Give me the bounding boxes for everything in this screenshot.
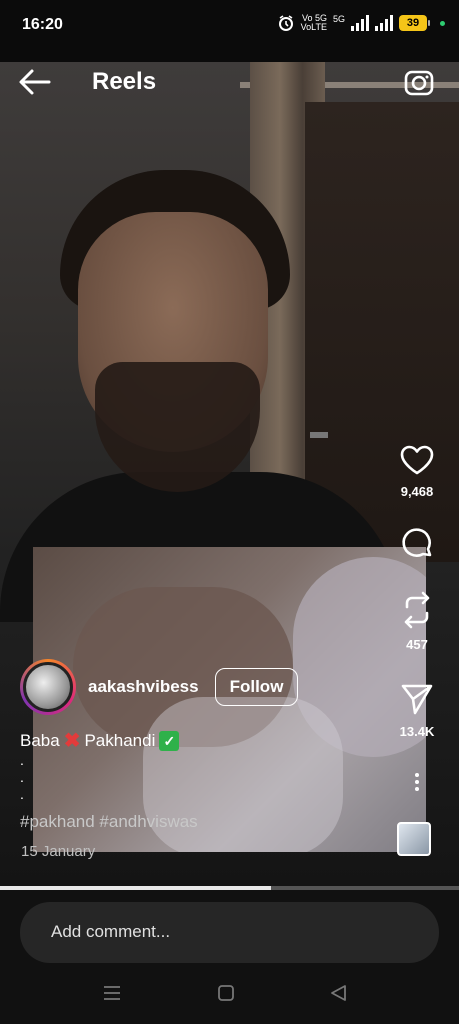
alarm-icon — [278, 15, 293, 31]
bottom-area: Add comment... — [0, 890, 459, 1024]
page-title: Reels — [92, 68, 157, 95]
recents-icon[interactable] — [103, 985, 121, 1001]
network-type-label: 5G — [332, 14, 345, 24]
send-icon[interactable] — [400, 682, 434, 716]
back-icon[interactable] — [330, 985, 348, 1001]
reels-header: Reels — [0, 62, 459, 102]
cross-mark-icon: ✖ — [63, 730, 81, 752]
follow-button[interactable]: Follow — [214, 668, 299, 706]
privacy-indicator-dot — [440, 20, 445, 26]
comment-action — [375, 526, 459, 562]
camera-icon[interactable] — [403, 66, 435, 98]
more-options-icon[interactable] — [375, 770, 459, 794]
home-icon[interactable] — [217, 985, 235, 1001]
door-handle — [310, 432, 328, 438]
caption-text-left: Baba — [20, 730, 60, 750]
status-time: 16:20 — [22, 16, 63, 33]
add-comment-placeholder: Add comment... — [51, 922, 171, 941]
network-label: Vo 5G VoLTE — [300, 13, 327, 32]
signal-icon — [351, 15, 369, 31]
status-icons: Vo 5G VoLTE 5G 39 — [277, 14, 445, 32]
comment-icon[interactable] — [399, 526, 435, 562]
post-date: 15 January — [21, 843, 96, 860]
remix-count: 457 — [406, 637, 428, 652]
add-comment-field[interactable]: Add comment... — [20, 902, 439, 963]
signal-icon-2 — [375, 15, 393, 31]
repost-icon[interactable] — [400, 591, 434, 629]
caption-dots: ... — [20, 752, 24, 802]
battery-icon: 39 — [399, 15, 430, 31]
arrow-left-icon[interactable] — [18, 68, 52, 96]
hashtags[interactable]: #pakhand #andhviswas — [20, 812, 198, 832]
like-action: 9,468 — [375, 444, 459, 499]
remix-action: 457 — [375, 591, 459, 652]
author-row: aakashvibess Follow — [20, 659, 299, 715]
like-count: 9,468 — [400, 484, 434, 499]
check-mark-icon: ✓ — [159, 730, 180, 751]
share-action: 13.4K — [375, 682, 459, 739]
battery-level: 39 — [399, 15, 427, 31]
avatar[interactable] — [20, 659, 76, 715]
caption[interactable]: Baba ✖ Pakhandi ✓ — [20, 728, 180, 753]
caption-text-right: Pakhandi — [84, 730, 156, 750]
status-bar: 16:20 Vo 5G VoLTE 5G 39 — [0, 0, 459, 62]
audio-thumbnail[interactable] — [397, 822, 431, 856]
share-count: 13.4K — [399, 724, 435, 739]
system-navbar — [0, 985, 459, 1005]
heart-icon[interactable] — [399, 444, 435, 476]
username[interactable]: aakashvibess — [88, 677, 199, 697]
